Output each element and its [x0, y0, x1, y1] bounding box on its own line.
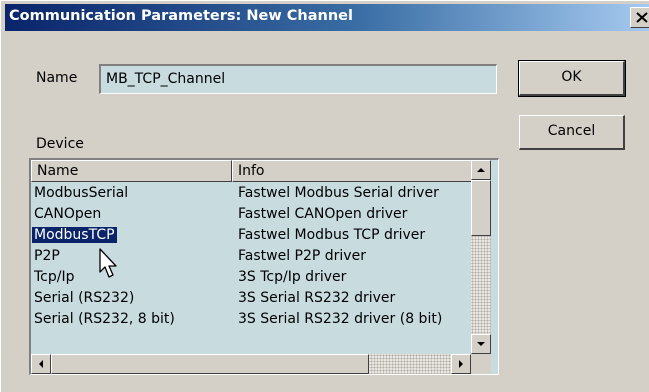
list-item[interactable]: ModbusSerial Fastwel Modbus Serial drive… — [31, 183, 471, 204]
device-name: Tcp/Ip — [34, 269, 75, 285]
name-input[interactable]: MB_TCP_Channel — [99, 64, 497, 94]
vertical-scrollbar[interactable] — [471, 160, 491, 354]
list-item[interactable]: Serial (RS232) 3S Serial RS232 driver — [31, 288, 471, 309]
horizontal-scroll-thumb[interactable] — [51, 354, 369, 374]
ok-button[interactable]: OK — [518, 60, 626, 97]
device-name: ModbusSerial — [34, 185, 129, 201]
mouse-pointer-icon — [99, 248, 117, 278]
name-label: Name — [36, 70, 78, 86]
cancel-button[interactable]: Cancel — [519, 115, 625, 150]
device-info: 3S Serial RS232 driver (8 bit) — [238, 311, 443, 327]
device-name: ModbusTCP — [32, 227, 117, 243]
column-header-name[interactable]: Name — [31, 160, 232, 182]
scroll-up-button[interactable] — [471, 160, 491, 180]
device-info: 3S Tcp/Ip driver — [238, 269, 347, 285]
device-info: Fastwel Modbus TCP driver — [238, 227, 426, 243]
device-name: P2P — [34, 248, 60, 264]
column-header-info[interactable]: Info — [232, 160, 472, 182]
device-info: 3S Serial RS232 driver — [238, 290, 396, 306]
arrow-left-icon — [39, 360, 43, 368]
horizontal-scrollbar[interactable] — [31, 354, 471, 374]
list-item-partial[interactable] — [31, 330, 471, 344]
list-header: Name Info — [31, 160, 472, 182]
communication-parameters-dialog: Communication Parameters: New Channel Na… — [0, 0, 649, 392]
window-title: Communication Parameters: New Channel — [9, 8, 353, 24]
close-icon — [636, 12, 648, 23]
scroll-down-button[interactable] — [471, 334, 491, 354]
device-name: CANOpen — [34, 206, 102, 222]
scroll-right-button[interactable] — [451, 354, 471, 374]
scroll-left-button[interactable] — [31, 354, 51, 374]
list-item[interactable]: CANOpen Fastwel CANOpen driver — [31, 204, 471, 225]
list-item[interactable]: P2P Fastwel P2P driver — [31, 246, 471, 267]
arrow-right-icon — [459, 360, 463, 368]
device-info: Fastwel P2P driver — [238, 248, 366, 264]
device-info: Fastwel Modbus Serial driver — [238, 185, 439, 201]
device-info: Fastwel CANOpen driver — [238, 206, 408, 222]
device-label: Device — [36, 136, 84, 152]
arrow-up-icon — [477, 168, 485, 172]
list-item[interactable]: Serial (RS232, 8 bit) 3S Serial RS232 dr… — [31, 309, 471, 330]
close-button[interactable] — [630, 7, 649, 28]
list-item[interactable]: Tcp/Ip 3S Tcp/Ip driver — [31, 267, 471, 288]
scrollbar-corner — [471, 354, 491, 374]
arrow-down-icon — [477, 342, 485, 346]
device-name: Serial (RS232, 8 bit) — [34, 311, 175, 327]
list-item-selected[interactable]: ModbusTCP Fastwel Modbus TCP driver — [31, 225, 471, 246]
vertical-scroll-thumb[interactable] — [471, 180, 491, 236]
device-name: Serial (RS232) — [34, 290, 135, 306]
title-bar: Communication Parameters: New Channel — [5, 4, 649, 31]
